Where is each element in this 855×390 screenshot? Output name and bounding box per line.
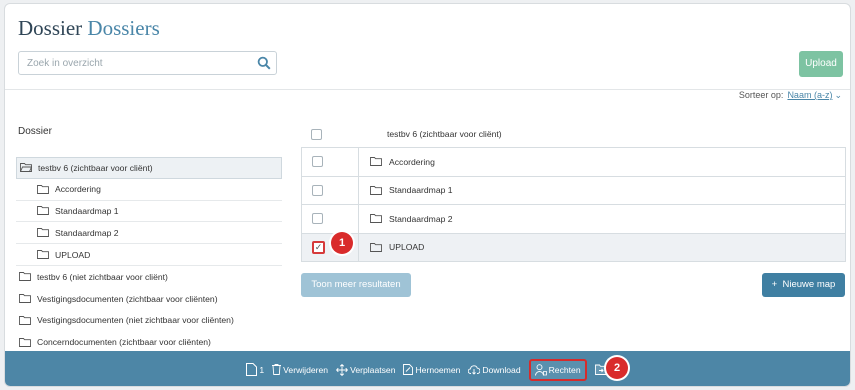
search-input[interactable] bbox=[27, 52, 252, 74]
upload-button[interactable]: Upload bbox=[799, 51, 843, 77]
folder-icon bbox=[19, 337, 31, 347]
selection-count: 1 bbox=[246, 363, 264, 376]
list-header-label: testbv 6 (zichtbaar voor cliënt) bbox=[387, 129, 502, 139]
nieuwe-map-button[interactable]: + Nieuwe map bbox=[762, 273, 845, 297]
verwijderen-label: Verwijderen bbox=[283, 364, 329, 375]
tree-item-concern-zichtbaar[interactable]: Concerndocumenten (zichtbaar voor cliënt… bbox=[16, 331, 282, 353]
tree-item-standaardmap-2[interactable]: Standaardmap 2 bbox=[16, 222, 282, 245]
row-checkbox[interactable] bbox=[312, 156, 323, 168]
verplaatsen-label: Verplaatsen bbox=[350, 364, 396, 375]
rechten-button[interactable]: Rechten bbox=[528, 358, 587, 381]
user-permissions-icon bbox=[534, 363, 547, 376]
row-checkbox[interactable] bbox=[312, 184, 323, 196]
page-title-accent: Dossiers bbox=[87, 16, 160, 40]
tree-item-label: Standaardmap 1 bbox=[55, 205, 119, 216]
folder-list: Accordering Standaardmap 1 Standaardmap … bbox=[301, 147, 846, 262]
row-checkbox-cell bbox=[302, 176, 359, 204]
tree-item-testbv-zichtbaar[interactable]: testbv 6 (zichtbaar voor cliënt) bbox=[16, 157, 282, 179]
verplaatsen-button[interactable]: Verplaatsen bbox=[336, 363, 396, 376]
select-all-checkbox[interactable] bbox=[311, 128, 322, 140]
list-row-upload[interactable]: ✓ UPLOAD bbox=[302, 233, 845, 262]
tree-item-label: Vestigingsdocumenten (niet zichtbaar voo… bbox=[37, 315, 234, 326]
bulk-action-toolbar: 1 Verwijderen Verplaatsen Hernoemen Down… bbox=[5, 351, 850, 386]
tree-item-label: Accordering bbox=[55, 184, 101, 195]
page-title-main: Dossier bbox=[18, 16, 83, 40]
move-icon bbox=[336, 363, 348, 376]
tree-item-label: testbv 6 (niet zichtbaar voor cliënt) bbox=[37, 271, 168, 282]
folder-tree-other: testbv 6 (niet zichtbaar voor cliënt) Ve… bbox=[16, 266, 282, 353]
folder-icon bbox=[37, 184, 49, 194]
file-icon bbox=[246, 363, 258, 376]
list-row-accordering[interactable]: Accordering bbox=[302, 148, 845, 177]
folder-icon bbox=[370, 157, 382, 167]
sort-select[interactable]: Naam (a-z) bbox=[787, 90, 832, 100]
search-box bbox=[18, 51, 277, 75]
toon-meer-button[interactable]: Toon meer resultaten bbox=[301, 273, 411, 297]
tree-item-label: Standaardmap 2 bbox=[55, 227, 119, 238]
folder-icon bbox=[19, 316, 31, 325]
tree-item-testbv-niet-zichtbaar[interactable]: testbv 6 (niet zichtbaar voor cliënt) bbox=[16, 266, 282, 288]
folder-open-icon bbox=[20, 163, 32, 173]
rename-icon bbox=[403, 364, 414, 375]
plus-icon: + bbox=[771, 279, 778, 290]
sort-control: Sorteer op: Naam (a-z) ⌄ bbox=[739, 90, 842, 101]
app-window: Dossier Dossiers Upload Sorteer op:Naam … bbox=[4, 3, 851, 387]
tree-item-accordering[interactable]: Accordering bbox=[16, 179, 282, 201]
list-row-standaardmap-1[interactable]: Standaardmap 1 bbox=[302, 176, 845, 205]
step-badge-1: 1 bbox=[331, 232, 353, 254]
trash-icon bbox=[272, 364, 282, 375]
tree-heading: Dossier bbox=[18, 126, 52, 137]
nieuwe-map-label: Nieuwe map bbox=[782, 279, 836, 290]
hernoemen-label: Hernoemen bbox=[415, 364, 461, 375]
folder-icon bbox=[19, 294, 31, 304]
tree-item-standaardmap-1[interactable]: Standaardmap 1 bbox=[16, 201, 282, 223]
folder-export-icon bbox=[594, 364, 607, 375]
checkmark-icon: ✓ bbox=[314, 241, 323, 252]
row-checkbox-checked[interactable]: ✓ bbox=[312, 240, 325, 254]
list-row-label: Standaardmap 2 bbox=[389, 213, 453, 224]
folder-icon bbox=[370, 185, 382, 195]
folder-icon bbox=[370, 242, 382, 252]
folder-tree: testbv 6 (zichtbaar voor cliënt) Accorde… bbox=[16, 157, 282, 266]
folder-icon bbox=[37, 228, 49, 238]
search-icon[interactable] bbox=[257, 56, 271, 70]
selection-count-value: 1 bbox=[259, 364, 265, 375]
verwijderen-button[interactable]: Verwijderen bbox=[272, 364, 328, 375]
page-title: Dossier Dossiers bbox=[18, 16, 160, 41]
rechten-label: Rechten bbox=[548, 364, 581, 375]
tree-item-label: Vestigingsdocumenten (zichtbaar voor cli… bbox=[37, 293, 218, 304]
download-label: Download bbox=[482, 364, 521, 375]
cloud-download-icon bbox=[468, 364, 481, 375]
tree-item-label: UPLOAD bbox=[55, 249, 91, 260]
tree-item-vestiging-niet-zichtbaar[interactable]: Vestigingsdocumenten (niet zichtbaar voo… bbox=[16, 310, 282, 332]
row-checkbox[interactable] bbox=[312, 213, 323, 225]
list-row-standaardmap-2[interactable]: Standaardmap 2 bbox=[302, 205, 845, 234]
folder-icon bbox=[19, 272, 31, 282]
folder-icon bbox=[37, 206, 49, 216]
list-row-label: UPLOAD bbox=[389, 242, 425, 253]
folder-icon bbox=[37, 250, 49, 260]
list-row-label: Accordering bbox=[389, 156, 435, 167]
tree-item-label: Concerndocumenten (zichtbaar voor cliënt… bbox=[37, 337, 211, 348]
folder-icon bbox=[370, 214, 382, 224]
list-header: testbv 6 (zichtbaar voor cliënt) bbox=[301, 122, 846, 146]
list-row-label: Standaardmap 1 bbox=[389, 185, 453, 196]
page-header: Dossier Dossiers Upload bbox=[5, 4, 850, 90]
step-badge-2: 2 bbox=[606, 357, 628, 379]
tree-item-upload[interactable]: UPLOAD bbox=[16, 244, 282, 266]
chevron-down-icon[interactable]: ⌄ bbox=[834, 90, 842, 100]
sort-label: Sorteer op: bbox=[738, 90, 784, 100]
row-checkbox-cell bbox=[302, 148, 359, 176]
hernoemen-button[interactable]: Hernoemen bbox=[403, 364, 460, 375]
download-button[interactable]: Download bbox=[468, 364, 521, 375]
tree-item-label: testbv 6 (zichtbaar voor cliënt) bbox=[38, 162, 153, 173]
tree-item-vestiging-zichtbaar[interactable]: Vestigingsdocumenten (zichtbaar voor cli… bbox=[16, 288, 282, 310]
row-checkbox-cell bbox=[302, 205, 359, 233]
